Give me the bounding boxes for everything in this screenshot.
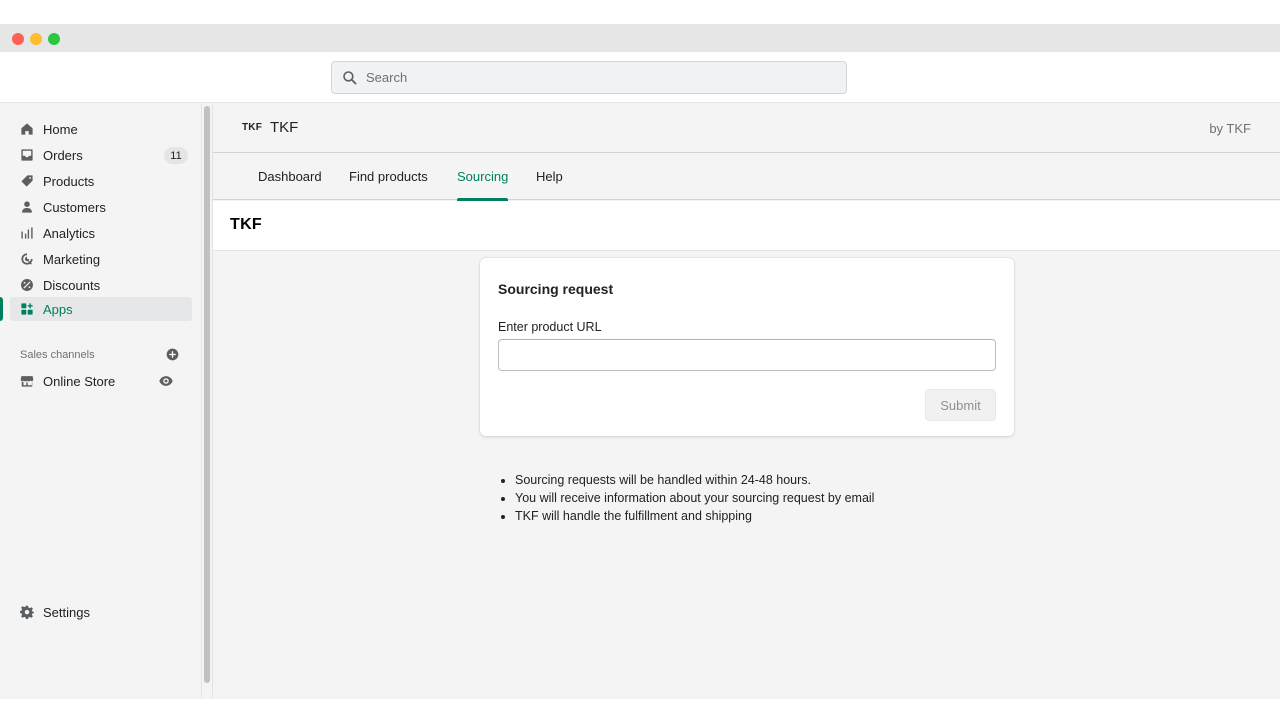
brand-logo: TKF bbox=[230, 216, 263, 233]
home-icon bbox=[21, 123, 33, 135]
maximize-window-button[interactable] bbox=[48, 33, 60, 45]
list-item: Sourcing requests will be handled within… bbox=[515, 471, 874, 489]
discount-icon bbox=[21, 279, 33, 291]
sidebar-item-label: Online Store bbox=[43, 373, 116, 389]
sidebar-item-label: Customers bbox=[43, 199, 106, 215]
sourcing-request-card: Sourcing request Enter product URL Submi… bbox=[480, 258, 1014, 436]
sidebar-item-label: Products bbox=[43, 173, 95, 189]
app-header: TKF TKF by TKF bbox=[213, 104, 1280, 153]
add-sales-channel-icon[interactable] bbox=[166, 348, 179, 361]
tab-dashboard[interactable]: Dashboard bbox=[258, 153, 322, 200]
sidebar-item-apps[interactable]: Apps bbox=[10, 297, 192, 321]
sidebar-item-label: Marketing bbox=[43, 251, 101, 267]
sidebar-item-label: Analytics bbox=[43, 225, 96, 241]
sidebar-item-label: Apps bbox=[43, 301, 73, 317]
app-title: TKF bbox=[270, 119, 299, 136]
sidebar-item-label: Discounts bbox=[43, 277, 101, 293]
app-developer-label: by TKF bbox=[1209, 121, 1251, 136]
product-url-label: Enter product URL bbox=[498, 320, 602, 334]
sidebar-item-discounts[interactable]: Discounts bbox=[10, 273, 192, 297]
sidebar-item-label: Settings bbox=[43, 604, 90, 620]
tab-find-products[interactable]: Find products bbox=[349, 153, 428, 200]
orders-icon bbox=[21, 149, 33, 161]
gear-icon bbox=[20, 605, 34, 619]
browser-window: Home Orders 11 Products Customers Analyt… bbox=[0, 24, 1280, 699]
card-title: Sourcing request bbox=[498, 281, 614, 297]
list-item: You will receive information about your … bbox=[515, 489, 874, 507]
search-bar[interactable] bbox=[331, 61, 847, 94]
list-item: TKF will handle the fulfillment and ship… bbox=[515, 507, 874, 525]
sidebar-item-customers[interactable]: Customers bbox=[10, 195, 192, 219]
search-icon bbox=[343, 70, 357, 84]
minimize-window-button[interactable] bbox=[30, 33, 42, 45]
eye-icon[interactable] bbox=[159, 374, 173, 388]
apps-icon bbox=[21, 303, 33, 315]
sidebar-item-label: Home bbox=[43, 121, 78, 137]
sidebar-item-label: Orders bbox=[43, 147, 83, 163]
sidebar-item-settings[interactable]: Settings bbox=[10, 600, 192, 624]
sidebar-item-products[interactable]: Products bbox=[10, 169, 192, 193]
sidebar-item-orders[interactable]: Orders 11 bbox=[10, 143, 192, 167]
tag-icon bbox=[21, 175, 33, 187]
close-window-button[interactable] bbox=[12, 33, 24, 45]
sidebar-item-online-store[interactable]: Online Store bbox=[10, 369, 192, 393]
app-logo: TKF bbox=[242, 122, 263, 133]
app-tabs: Dashboard Find products Sourcing Help bbox=[213, 153, 1280, 201]
sidebar-item-home[interactable]: Home bbox=[10, 117, 192, 141]
submit-button[interactable]: Submit bbox=[925, 389, 996, 421]
sidebar: Home Orders 11 Products Customers Analyt… bbox=[0, 104, 200, 699]
bar-chart-icon bbox=[21, 227, 33, 239]
sidebar-item-marketing[interactable]: Marketing bbox=[10, 247, 192, 271]
orders-count-badge: 11 bbox=[164, 147, 188, 164]
tab-sourcing[interactable]: Sourcing bbox=[457, 153, 509, 201]
marketing-icon bbox=[21, 253, 33, 265]
sales-channels-label: Sales channels bbox=[20, 349, 95, 361]
active-nav-indicator bbox=[0, 297, 3, 321]
search-input[interactable] bbox=[366, 70, 826, 85]
product-url-input[interactable] bbox=[498, 339, 996, 371]
sidebar-scrollbar[interactable] bbox=[201, 104, 211, 699]
top-bar bbox=[0, 52, 1280, 103]
window-titlebar bbox=[0, 24, 1280, 52]
scrollbar-thumb[interactable] bbox=[204, 106, 210, 683]
person-icon bbox=[22, 201, 32, 213]
brand-bar: TKF bbox=[213, 201, 1280, 251]
sourcing-notes-list: Sourcing requests will be handled within… bbox=[515, 471, 874, 525]
main-content: TKF TKF by TKF Dashboard Find products S… bbox=[213, 104, 1280, 699]
tab-help[interactable]: Help bbox=[536, 153, 563, 200]
store-icon bbox=[20, 376, 34, 387]
sidebar-item-analytics[interactable]: Analytics bbox=[10, 221, 192, 245]
